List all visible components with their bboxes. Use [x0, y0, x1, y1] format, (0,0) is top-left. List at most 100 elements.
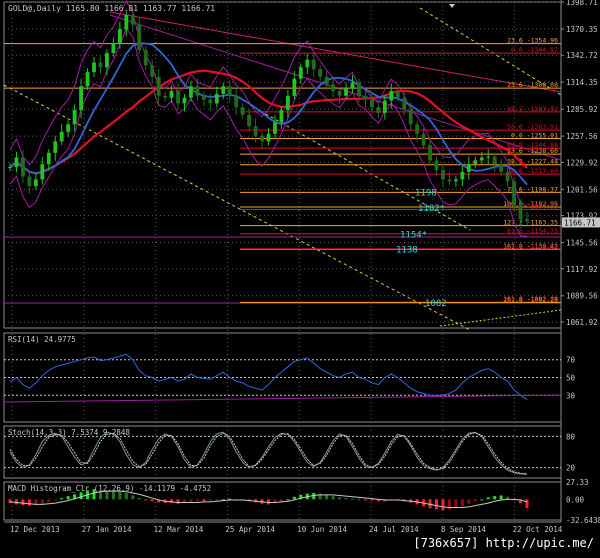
stoch-title: Stoch(14,3,3) 7.5374 9.2848 [8, 428, 130, 437]
fib-level-label: 0.0 -1180.35 [511, 202, 558, 210]
macd-bar [370, 499, 374, 501]
price-annotation: 1138 [396, 246, 418, 256]
candle-body [344, 88, 348, 96]
candle-body [525, 219, 529, 222]
macd-bar [144, 499, 148, 501]
macd-bar [493, 496, 497, 500]
macd-bar [8, 499, 12, 504]
candle-body [441, 169, 445, 180]
fib-level-label: 127.2 -1163.35 [503, 219, 558, 227]
candle-body [428, 145, 432, 161]
macd-bar [208, 499, 212, 501]
candle-body [201, 95, 206, 100]
candle-body [466, 164, 471, 172]
candle-body [182, 97, 187, 104]
y-tick-label: 1089.56 [566, 292, 598, 301]
macd-bar [338, 497, 342, 500]
candle-body [376, 107, 381, 113]
candle-body [512, 181, 516, 206]
candle-body [402, 97, 407, 111]
watermark: [736x657] http://upic.me/ [413, 536, 594, 550]
price-annotation: 1154* [400, 231, 427, 241]
macd-bar [486, 497, 490, 500]
macd-bar [460, 499, 464, 507]
candle-body [279, 110, 284, 123]
macd-bar [286, 499, 290, 501]
candle-body [285, 95, 290, 111]
y-tick-label: 1285.92 [566, 105, 598, 114]
macd-bar [176, 499, 180, 504]
macd-bar [499, 495, 503, 500]
candle-body [518, 205, 523, 220]
candle-body [53, 141, 58, 153]
macd-bar [131, 495, 135, 500]
macd-bar [105, 490, 109, 500]
candle-body [195, 86, 200, 96]
x-tick-label: 24 Jul 2014 [369, 525, 419, 534]
price-annotation: 1082 [425, 299, 447, 309]
macd-bar [202, 499, 206, 502]
candle-body [8, 167, 12, 169]
y-tick-label: 1061.92 [566, 318, 598, 327]
candle-body [479, 157, 484, 161]
candle-body [117, 29, 122, 44]
fib-level-label: 38.2 -1227.48 [507, 158, 558, 166]
fib-level-label: 23.6 -1354.96 [507, 37, 558, 45]
candle-body [434, 160, 439, 170]
stoch-y-tick-label: 80 [566, 432, 576, 441]
x-tick-label: 12 Mar 2014 [154, 525, 204, 534]
fib-level-label: 23.6 -1238.60 [507, 147, 558, 155]
y-tick-label: 1229.92 [566, 158, 598, 167]
macd-bar [525, 499, 529, 509]
y-tick-label: 1342.72 [566, 51, 598, 60]
candle-body [499, 164, 504, 172]
macd-bar [195, 499, 199, 502]
trend-line-bottom [439, 309, 562, 327]
candle-body [214, 93, 219, 104]
macd-bar [357, 499, 361, 501]
macd-bar [92, 489, 96, 500]
macd-bar [215, 499, 219, 501]
candle-body [292, 78, 297, 96]
candle-body [176, 91, 180, 104]
macd-bar [292, 496, 296, 500]
candle-body [460, 171, 465, 180]
candle-body [382, 100, 387, 113]
candle-body [79, 86, 84, 111]
candle-body [150, 65, 155, 77]
macd-bar [473, 499, 477, 502]
candle-body [227, 86, 232, 96]
candle-body [21, 157, 25, 177]
macd-bar [118, 491, 122, 500]
candle-body [408, 110, 413, 125]
macd-bar [331, 496, 335, 500]
chart-svg: 12 Dec 2013 27 Jan 2014 12 Mar 2014 25 Apr … [3, 0, 600, 534]
trading-chart-window[interactable]: 12 Dec 2013 27 Jan 2014 12 Mar 2014 25 Apr … [0, 0, 600, 554]
macd-y-tick-label: 27.33 [566, 478, 589, 487]
candle-body [66, 124, 71, 132]
candle-body [247, 114, 252, 127]
candle-body [105, 53, 109, 68]
candle-body [389, 91, 394, 101]
candle-body [447, 179, 452, 182]
macd-bar [351, 498, 355, 500]
y-tick-label: 1370.35 [566, 25, 598, 34]
candle-body [111, 43, 116, 54]
x-tick-label: 27 Jan 2014 [82, 525, 132, 534]
macd-bar [170, 499, 174, 504]
candle-body [98, 62, 103, 68]
fib-level-label: 23.6 -1308.08 [507, 81, 558, 89]
chart-header: GOLD@,Daily 1165.80 1166.81 1163.77 1166… [8, 4, 215, 13]
macd-bar [363, 499, 367, 501]
candle-body [505, 171, 510, 182]
candle-body [492, 156, 497, 165]
rsi-title: RSI(14) 24.9775 [8, 335, 76, 344]
candle-body [124, 15, 129, 30]
macd-bar [79, 492, 83, 500]
candle-body [137, 24, 142, 51]
macd-bar [111, 491, 115, 500]
candle-body [266, 133, 271, 142]
fib-level-label: 0.0 -1344.87 [511, 46, 558, 54]
candle-body [253, 126, 258, 136]
macd-bar [40, 499, 44, 504]
